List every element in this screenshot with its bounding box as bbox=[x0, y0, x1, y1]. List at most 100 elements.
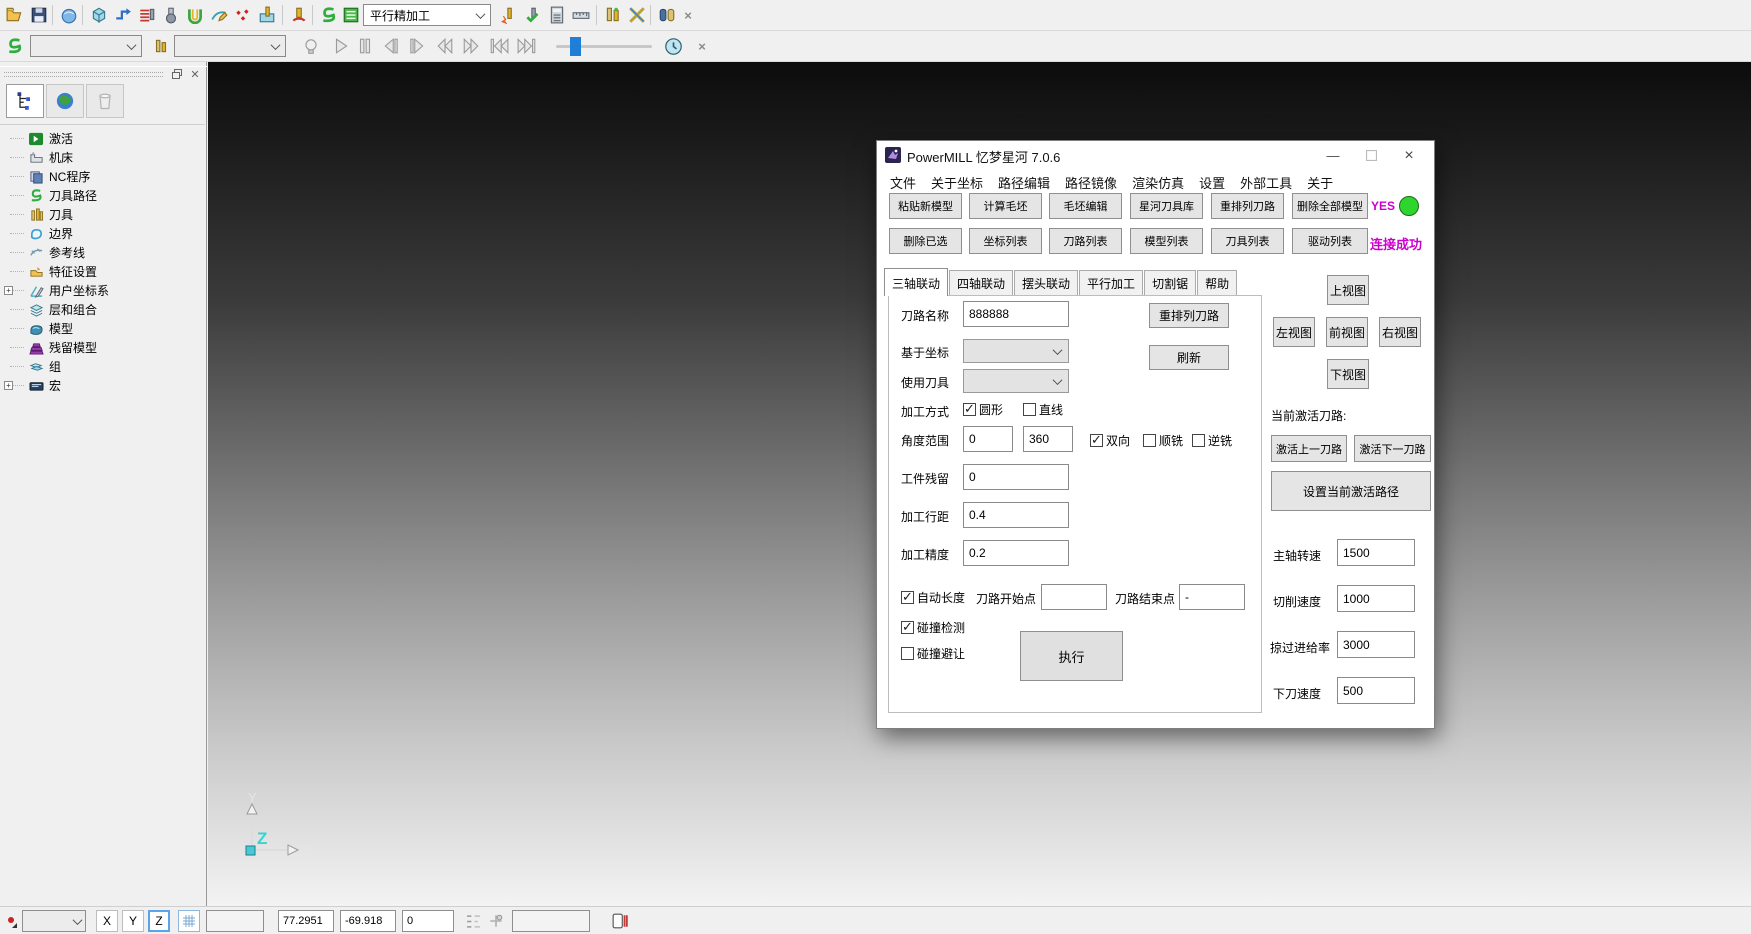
ball-tool-icon[interactable] bbox=[160, 4, 182, 26]
skim-feed-input[interactable] bbox=[1337, 631, 1415, 658]
tree-item-stock-models[interactable]: 残留模型 bbox=[0, 338, 205, 357]
tree-item-active[interactable]: 激活 bbox=[0, 129, 205, 148]
tab-help[interactable]: 帮助 bbox=[1197, 270, 1237, 296]
grid-size-input[interactable] bbox=[206, 910, 264, 932]
toolpath-list-icon[interactable] bbox=[340, 4, 362, 26]
tab-saw[interactable]: 切割锯 bbox=[1144, 270, 1196, 296]
cylinders-icon[interactable] bbox=[656, 4, 678, 26]
tool-block-icon[interactable] bbox=[256, 4, 278, 26]
line-checkbox[interactable] bbox=[1023, 403, 1036, 416]
tab-explorer-web[interactable] bbox=[46, 84, 84, 118]
delete-all-models-button[interactable]: 删除全部模型 bbox=[1292, 193, 1368, 219]
skip-start-icon[interactable] bbox=[488, 35, 510, 57]
based-coord-select[interactable] bbox=[963, 339, 1069, 363]
tab-3axis[interactable]: 三轴联动 bbox=[884, 268, 948, 296]
tab-parallel[interactable]: 平行加工 bbox=[1079, 270, 1143, 296]
speed-slider-handle[interactable] bbox=[570, 37, 581, 56]
drive-list-button[interactable]: 驱动列表 bbox=[1292, 228, 1368, 254]
machining-program-dropdown[interactable]: 平行精加工 bbox=[363, 4, 491, 26]
tree-item-toolpaths[interactable]: 刀具路径 bbox=[0, 186, 205, 205]
paste-new-model-button[interactable]: 粘贴新模型 bbox=[889, 193, 962, 219]
move-anchor-icon[interactable] bbox=[488, 913, 504, 932]
stock-remain-input[interactable] bbox=[963, 464, 1069, 490]
use-tool-select[interactable] bbox=[963, 369, 1069, 393]
axis-y-button[interactable]: Y bbox=[122, 910, 144, 932]
panel-restore-icon[interactable] bbox=[169, 67, 185, 81]
sort-icon[interactable] bbox=[466, 914, 481, 932]
collision-check-icon[interactable] bbox=[184, 4, 206, 26]
angle-from-input[interactable] bbox=[963, 426, 1013, 452]
pause-icon[interactable] bbox=[354, 35, 376, 57]
tab-swivel-head[interactable]: 摆头联动 bbox=[1014, 270, 1078, 296]
cutting-feed-input[interactable] bbox=[1337, 585, 1415, 612]
panel-close-icon[interactable]: ✕ bbox=[187, 67, 203, 81]
bulb-icon[interactable] bbox=[300, 35, 322, 57]
probe-dropdown[interactable] bbox=[22, 910, 86, 932]
tab-explorer-tree[interactable] bbox=[6, 84, 44, 118]
view-left-button[interactable]: 左视图 bbox=[1273, 317, 1315, 347]
tool-list-button[interactable]: 刀具列表 bbox=[1211, 228, 1284, 254]
spindle-speed-input[interactable] bbox=[1337, 539, 1415, 566]
collision-avoid-checkbox[interactable] bbox=[901, 647, 914, 660]
panel-grip[interactable]: ✕ bbox=[0, 66, 207, 82]
save-icon[interactable] bbox=[28, 4, 50, 26]
toolpath-name-input[interactable] bbox=[963, 301, 1069, 327]
menu-file[interactable]: 文件 bbox=[890, 173, 916, 192]
open-file-icon[interactable] bbox=[4, 4, 26, 26]
tab-explorer-recycle[interactable] bbox=[86, 84, 124, 118]
step-back-icon[interactable] bbox=[380, 35, 402, 57]
points-icon[interactable] bbox=[232, 4, 254, 26]
set-active-path-button[interactable]: 设置当前激活路径 bbox=[1271, 471, 1431, 511]
activate-prev-toolpath-button[interactable]: 激活上一刀路 bbox=[1271, 435, 1347, 462]
delete-selected-button[interactable]: 删除已选 bbox=[889, 228, 962, 254]
ruler-icon[interactable] bbox=[570, 4, 592, 26]
tree-item-machine[interactable]: 机床 bbox=[0, 148, 205, 167]
execute-button[interactable]: 执行 bbox=[1020, 631, 1123, 681]
menu-external-tools[interactable]: 外部工具 bbox=[1240, 173, 1292, 192]
toolpath-check-icon[interactable] bbox=[522, 4, 544, 26]
toolpath-list-button[interactable]: 刀路列表 bbox=[1049, 228, 1122, 254]
tree-item-patterns[interactable]: 参考线 bbox=[0, 243, 205, 262]
auto-length-checkbox[interactable] bbox=[901, 591, 914, 604]
menu-settings[interactable]: 设置 bbox=[1199, 173, 1225, 192]
menu-path-edit[interactable]: 路径编辑 bbox=[998, 173, 1050, 192]
menu-path-mirror[interactable]: 路径镜像 bbox=[1065, 173, 1117, 192]
view-top-button[interactable]: 上视图 bbox=[1327, 275, 1369, 305]
tolerance-statusbar-input[interactable] bbox=[512, 910, 590, 932]
tree-item-nc-program[interactable]: NC程序 bbox=[0, 167, 205, 186]
calculator-icon[interactable] bbox=[546, 4, 568, 26]
rearrange-button[interactable]: 重排列刀路 bbox=[1149, 303, 1229, 328]
print-preview-icon[interactable] bbox=[58, 4, 80, 26]
toolpath-icon[interactable] bbox=[112, 4, 134, 26]
nc-program-icon[interactable] bbox=[136, 4, 158, 26]
powermill-s-icon[interactable] bbox=[4, 35, 26, 57]
activate-next-toolpath-button[interactable]: 激活下一刀路 bbox=[1354, 435, 1431, 462]
tree-item-boundaries[interactable]: 边界 bbox=[0, 224, 205, 243]
view-front-button[interactable]: 前视图 bbox=[1326, 317, 1368, 347]
circle-checkbox[interactable] bbox=[963, 403, 976, 416]
fast-forward-icon[interactable] bbox=[460, 35, 482, 57]
close-button[interactable]: × bbox=[1392, 141, 1426, 170]
tree-item-models[interactable]: 模型 bbox=[0, 319, 205, 338]
clock-icon[interactable] bbox=[662, 35, 684, 57]
refresh-button[interactable]: 刷新 bbox=[1149, 345, 1229, 370]
skip-end-icon[interactable] bbox=[516, 35, 538, 57]
maximize-button[interactable] bbox=[1354, 141, 1388, 170]
view-bottom-button[interactable]: 下视图 bbox=[1327, 359, 1369, 389]
rearrange-toolpaths-button[interactable]: 重排列刀路 bbox=[1211, 193, 1284, 219]
tool-library-button[interactable]: 星河刀具库 bbox=[1130, 193, 1203, 219]
view-right-button[interactable]: 右视图 bbox=[1379, 317, 1421, 347]
stepover-input[interactable] bbox=[963, 502, 1069, 528]
coord-list-button[interactable]: 坐标列表 bbox=[969, 228, 1042, 254]
collision-check-checkbox[interactable] bbox=[901, 621, 914, 634]
record-icon[interactable] bbox=[6, 916, 18, 931]
tree-item-workplanes[interactable]: +用户坐标系 bbox=[0, 281, 205, 300]
bidirectional-checkbox[interactable] bbox=[1090, 434, 1103, 447]
edit-stock-button[interactable]: 毛坯编辑 bbox=[1049, 193, 1122, 219]
toolpath-select-dropdown[interactable] bbox=[30, 35, 142, 57]
climb-checkbox[interactable] bbox=[1143, 434, 1156, 447]
axis-z-button[interactable]: Z bbox=[148, 910, 170, 932]
step-forward-icon[interactable] bbox=[406, 35, 428, 57]
menu-about[interactable]: 关于 bbox=[1307, 173, 1333, 192]
clipboard-pause-icon[interactable] bbox=[612, 913, 628, 932]
